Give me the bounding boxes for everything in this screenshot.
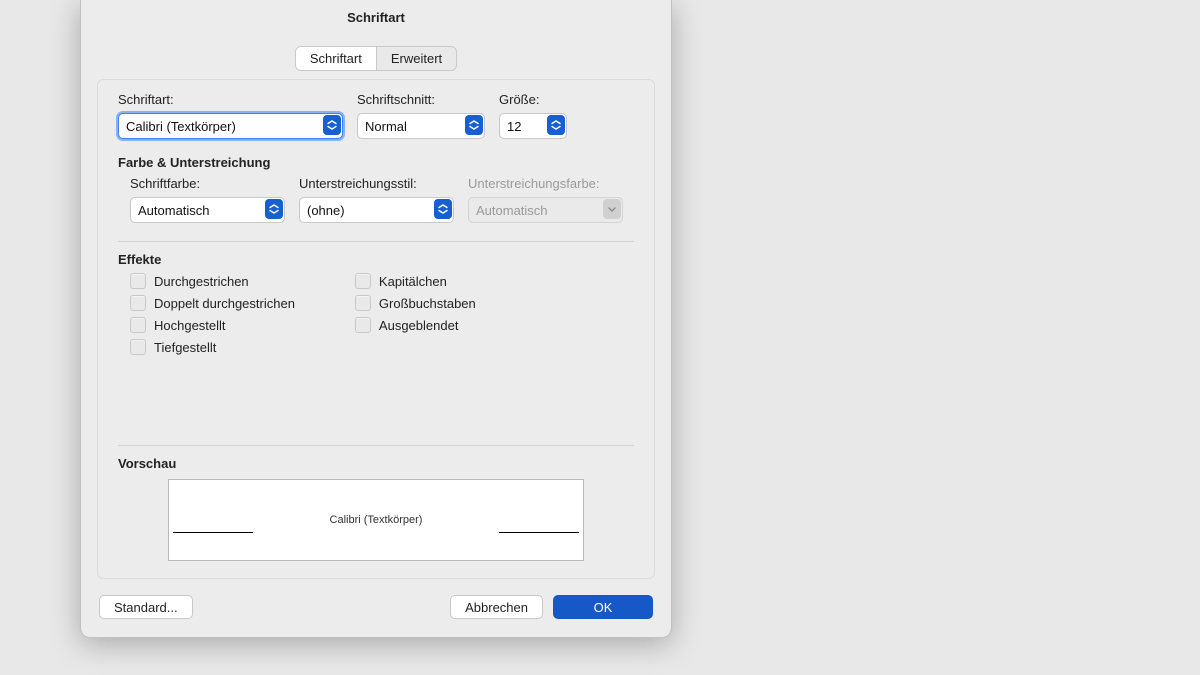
font-panel: Schriftart: Schriftschnitt: <box>97 79 655 579</box>
checkbox-box[interactable] <box>130 339 146 355</box>
underline-style-input[interactable] <box>299 197 454 223</box>
checkbox-box[interactable] <box>355 295 371 311</box>
checkbox-double-strikethrough[interactable]: Doppelt durchgestrichen <box>130 295 295 311</box>
size-combo[interactable] <box>499 113 567 139</box>
checkbox-label: Doppelt durchgestrichen <box>154 296 295 311</box>
checkbox-subscript[interactable]: Tiefgestellt <box>130 339 295 355</box>
dialog-footer: Standard... Abbrechen OK <box>81 589 671 637</box>
checkbox-label: Hochgestellt <box>154 318 226 333</box>
font-color-combo[interactable] <box>130 197 285 223</box>
checkbox-label: Durchgestrichen <box>154 274 249 289</box>
font-input[interactable] <box>118 113 343 139</box>
checkbox-small-caps[interactable]: Kapitälchen <box>355 273 476 289</box>
checkbox-box[interactable] <box>355 273 371 289</box>
ok-button[interactable]: OK <box>553 595 653 619</box>
checkbox-box[interactable] <box>355 317 371 333</box>
checkbox-strikethrough[interactable]: Durchgestrichen <box>130 273 295 289</box>
checkbox-superscript[interactable]: Hochgestellt <box>130 317 295 333</box>
default-button[interactable]: Standard... <box>99 595 193 619</box>
tab-font[interactable]: Schriftart <box>296 47 377 70</box>
underline-color-combo <box>468 197 623 223</box>
label-font-color: Schriftfarbe: <box>130 176 285 191</box>
preview-baseline <box>499 532 579 533</box>
preview-text: Calibri (Textkörper) <box>330 514 423 526</box>
tab-advanced[interactable]: Erweitert <box>377 47 456 70</box>
style-combo[interactable] <box>357 113 485 139</box>
checkbox-label: Tiefgestellt <box>154 340 216 355</box>
chevron-down-icon[interactable] <box>265 199 283 219</box>
section-color-underline: Farbe & Unterstreichung <box>118 155 634 170</box>
chevron-down-icon[interactable] <box>465 115 483 135</box>
dialog-title: Schriftart <box>81 0 671 36</box>
section-preview: Vorschau <box>118 456 634 471</box>
checkbox-box[interactable] <box>130 295 146 311</box>
label-font: Schriftart: <box>118 92 343 107</box>
preview-baseline <box>173 532 253 533</box>
cancel-button[interactable]: Abbrechen <box>450 595 543 619</box>
checkbox-hidden[interactable]: Ausgeblendet <box>355 317 476 333</box>
checkbox-box[interactable] <box>130 273 146 289</box>
checkbox-label: Großbuchstaben <box>379 296 476 311</box>
chevron-down-icon[interactable] <box>323 115 341 135</box>
checkbox-all-caps[interactable]: Großbuchstaben <box>355 295 476 311</box>
effects-grid: Durchgestrichen Doppelt durchgestrichen … <box>130 273 634 355</box>
label-style: Schriftschnitt: <box>357 92 485 107</box>
font-combo[interactable] <box>118 113 343 139</box>
underline-color-input <box>468 197 623 223</box>
label-underline-color: Unterstreichungsfarbe: <box>468 176 623 191</box>
section-effects: Effekte <box>118 252 634 267</box>
font-color-input[interactable] <box>130 197 285 223</box>
preview-box: Calibri (Textkörper) <box>168 479 584 561</box>
tab-segmented: Schriftart Erweitert <box>295 46 457 71</box>
divider <box>118 445 634 446</box>
label-underline-style: Unterstreichungsstil: <box>299 176 454 191</box>
font-dialog: Schriftart Schriftart Erweitert Schrifta… <box>80 0 672 638</box>
underline-style-combo[interactable] <box>299 197 454 223</box>
checkbox-label: Kapitälchen <box>379 274 447 289</box>
chevron-down-icon <box>603 199 621 219</box>
label-size: Größe: <box>499 92 567 107</box>
checkbox-box[interactable] <box>130 317 146 333</box>
tab-row: Schriftart Erweitert <box>81 36 671 71</box>
chevron-down-icon[interactable] <box>547 115 565 135</box>
checkbox-label: Ausgeblendet <box>379 318 459 333</box>
divider <box>118 241 634 242</box>
chevron-down-icon[interactable] <box>434 199 452 219</box>
